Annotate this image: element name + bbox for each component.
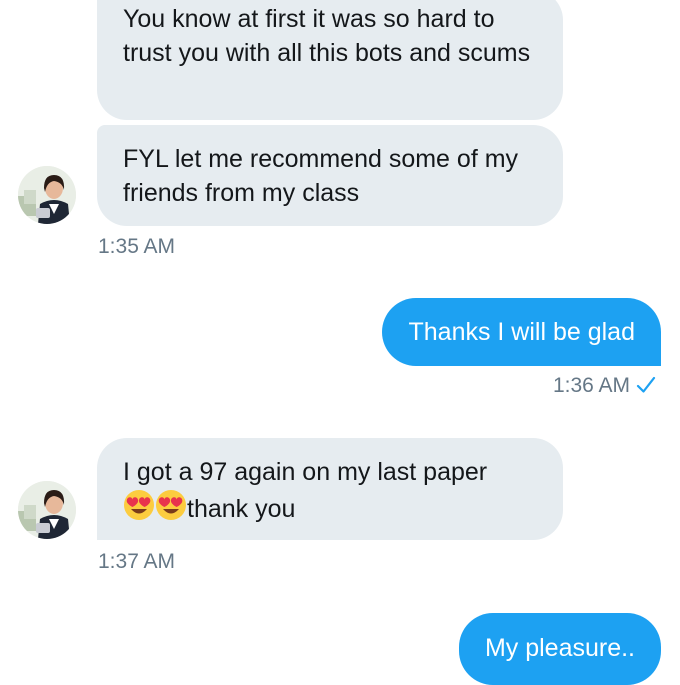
incoming-message-bubble[interactable]: You know at first it was so hard to trus… bbox=[97, 0, 563, 120]
message-timestamp: 1:35 AM bbox=[98, 235, 176, 258]
check-icon bbox=[636, 375, 656, 402]
outgoing-message-bubble[interactable]: Thanks I will be glad bbox=[382, 298, 661, 366]
incoming-message-bubble[interactable]: FYL let me recommend some of my friends … bbox=[97, 125, 563, 226]
message-text: FYL let me recommend some of my friends … bbox=[123, 145, 519, 207]
message-text: thank you bbox=[187, 495, 296, 523]
message-text: My pleasure.. bbox=[484, 634, 635, 662]
incoming-message-bubble[interactable]: I got a 97 again on my last paper thank … bbox=[97, 438, 563, 540]
avatar-image bbox=[18, 481, 76, 539]
message-timestamp: 1:37 AM bbox=[98, 550, 176, 573]
outgoing-message-bubble[interactable]: My pleasure.. bbox=[458, 613, 661, 685]
contact-avatar[interactable] bbox=[18, 166, 76, 224]
avatar-image bbox=[18, 166, 76, 224]
message-text: You know at first it was so hard to trus… bbox=[123, 5, 531, 67]
message-timestamp-row: 1:36 AM bbox=[553, 373, 656, 402]
heart-eyes-emoji-icon bbox=[155, 489, 187, 530]
heart-eyes-emoji-icon bbox=[123, 489, 155, 530]
message-text: I got a 97 again on my last paper bbox=[123, 458, 488, 486]
message-text: Thanks I will be glad bbox=[408, 318, 635, 346]
message-timestamp: 1:36 AM bbox=[552, 374, 630, 397]
contact-avatar[interactable] bbox=[18, 481, 76, 539]
